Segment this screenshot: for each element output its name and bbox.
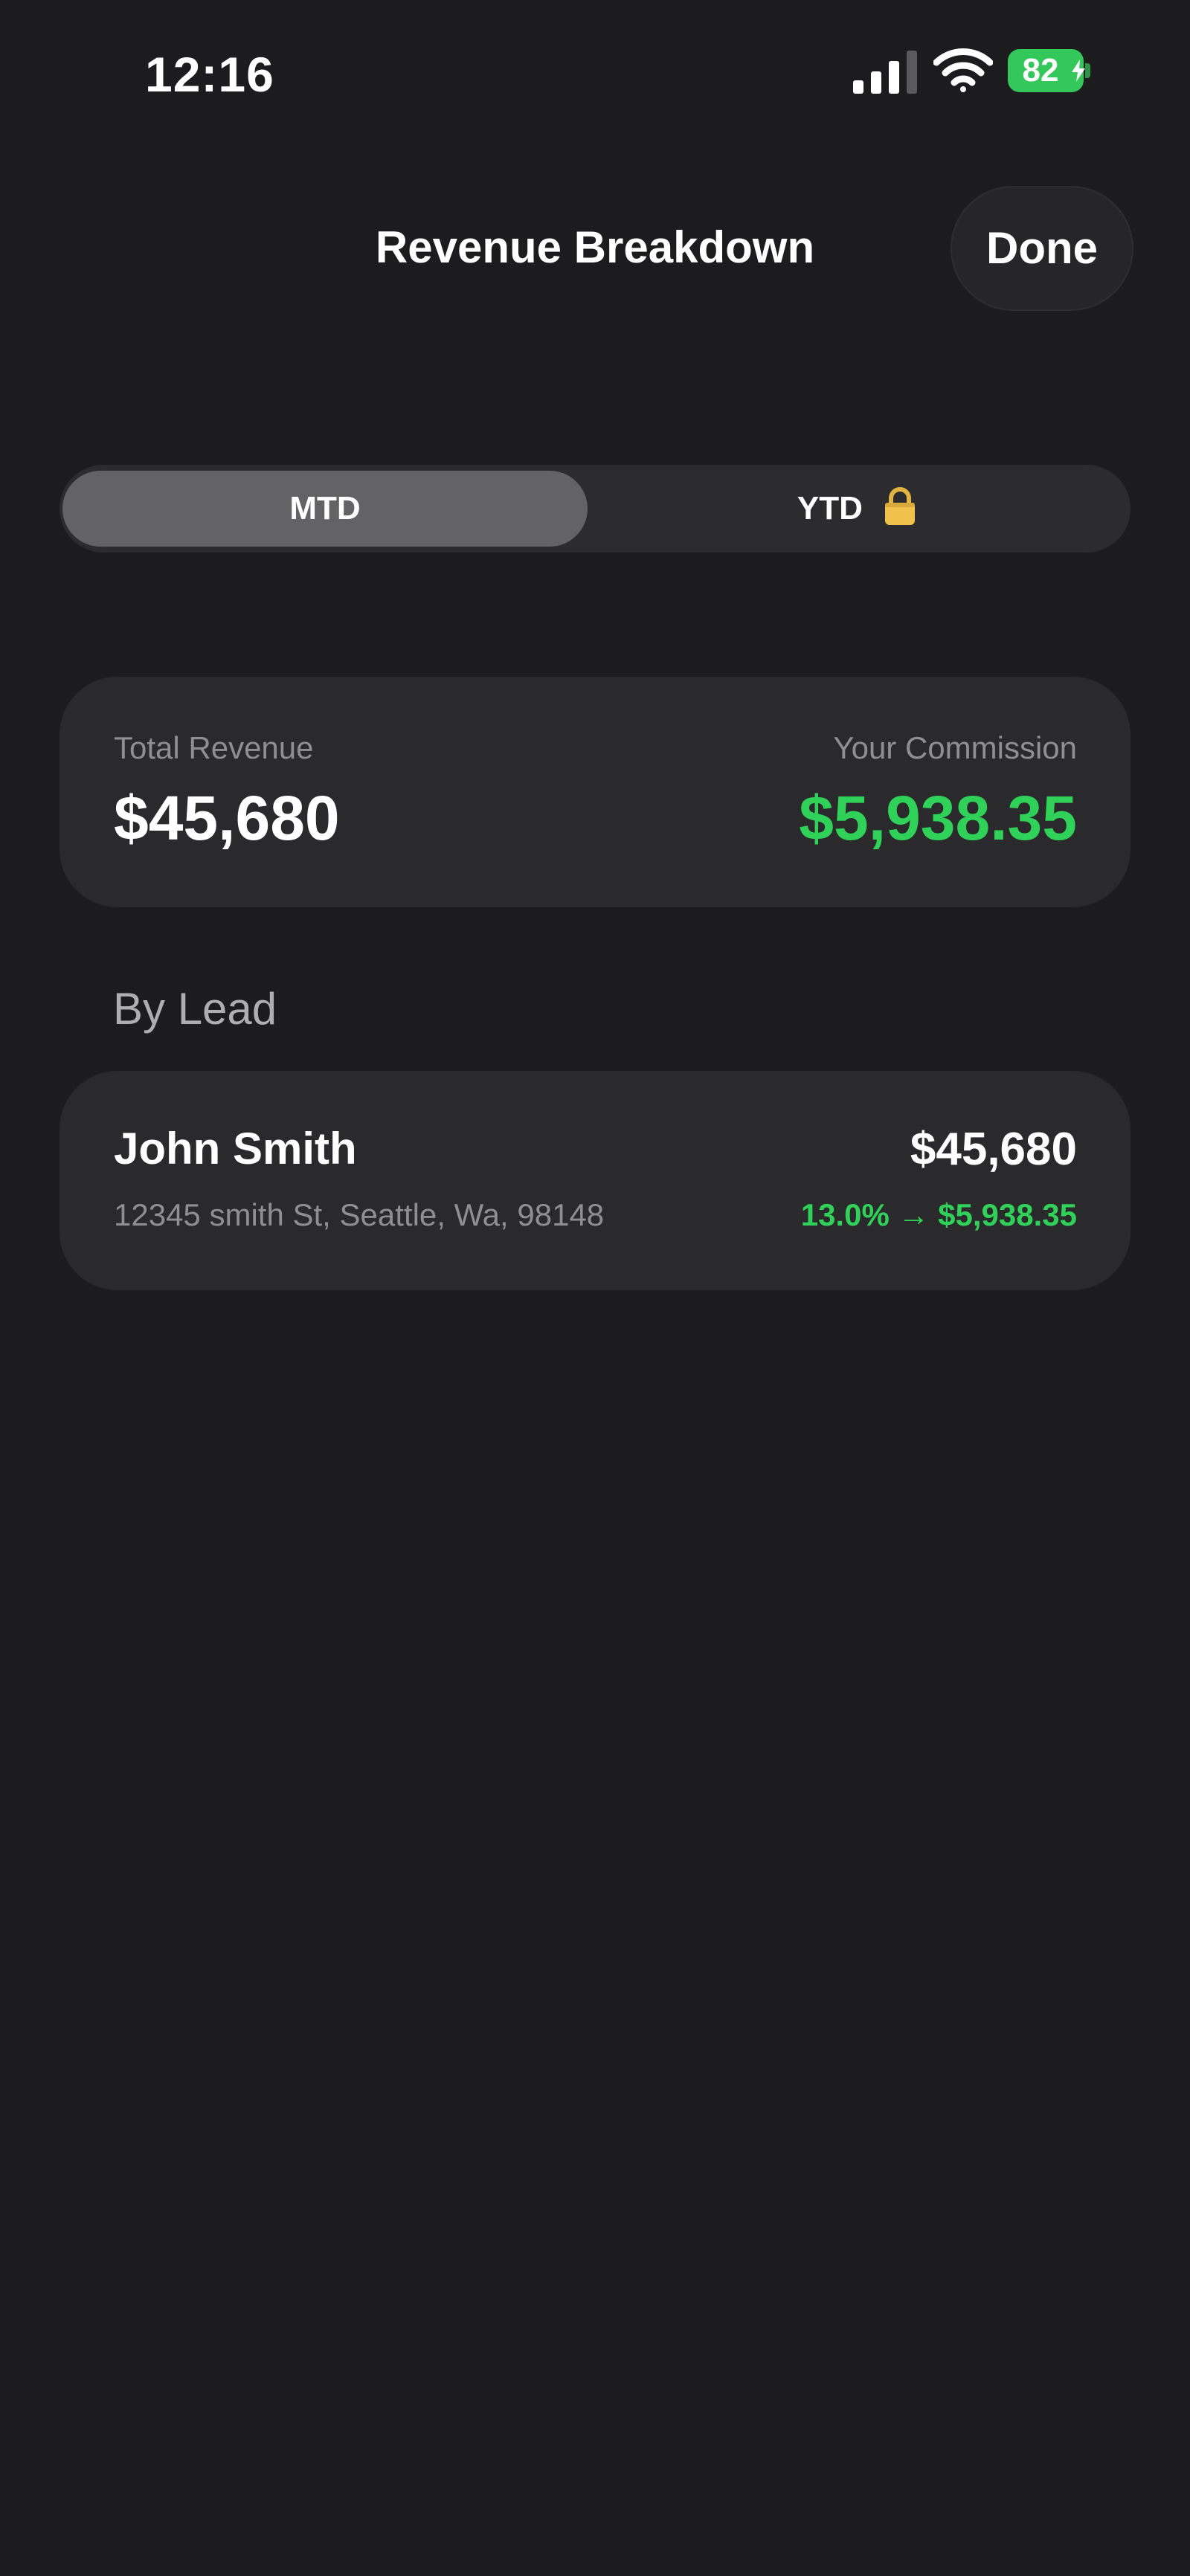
segment-ytd[interactable]: YTD	[594, 471, 1122, 547]
wifi-icon	[933, 48, 993, 92]
done-button[interactable]: Done	[952, 187, 1132, 309]
cellular-signal-icon	[853, 51, 917, 94]
lead-commission: 13.0% → $5,938.35	[800, 1197, 1077, 1232]
segment-mtd-label: MTD	[289, 490, 361, 527]
commission-value: $5,938.35	[799, 783, 1077, 853]
battery-cap	[1085, 63, 1090, 78]
segment-ytd-label: YTD	[797, 490, 863, 527]
total-revenue-value: $45,680	[114, 783, 340, 853]
by-lead-header: By Lead	[113, 984, 277, 1034]
commission-label: Your Commission	[833, 730, 1077, 765]
lead-row[interactable]: John Smith 12345 smith St, Seattle, Wa, …	[60, 1071, 1130, 1290]
status-bar: 12:16 82	[0, 0, 1190, 149]
status-time: 12:16	[145, 47, 274, 102]
battery-icon: 82	[1008, 49, 1091, 92]
page-title: Revenue Breakdown	[375, 222, 815, 272]
lead-name: John Smith	[114, 1124, 357, 1173]
battery-level: 82	[1022, 52, 1059, 88]
period-segmented-control: MTD YTD	[60, 465, 1130, 553]
lead-address: 12345 smith St, Seattle, Wa, 98148	[114, 1197, 605, 1232]
segment-mtd[interactable]: MTD	[62, 471, 588, 547]
total-revenue-label: Total Revenue	[114, 730, 314, 765]
charging-bolt-icon	[1072, 59, 1085, 82]
lock-icon	[885, 487, 916, 526]
revenue-summary-card: Total Revenue $45,680 Your Commission $5…	[60, 677, 1130, 907]
lead-amount: $45,680	[910, 1124, 1077, 1175]
